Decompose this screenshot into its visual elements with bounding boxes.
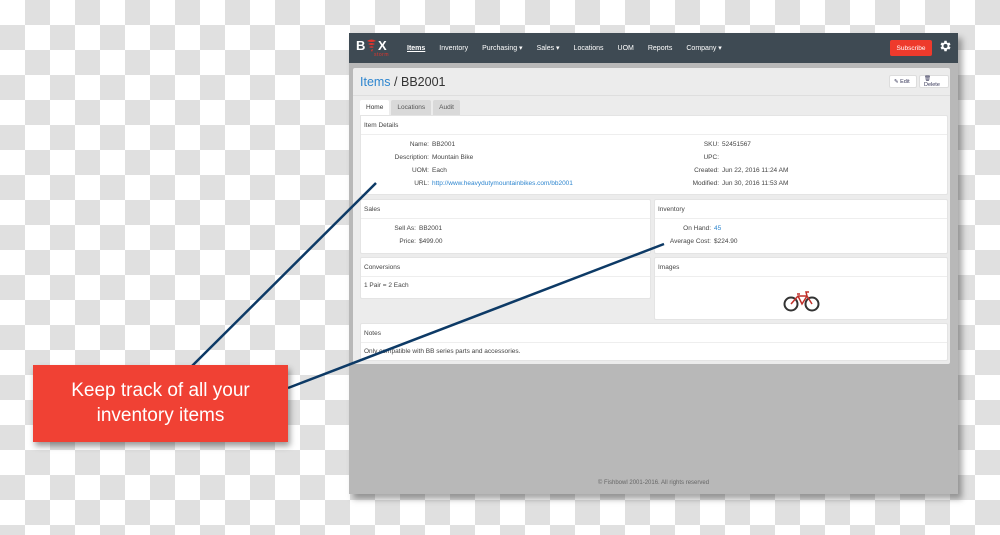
detail-row-description: Description: Mountain Bike: [361, 154, 474, 161]
page-title: Items / BB2001: [360, 75, 445, 89]
nav-item-reports[interactable]: Reports: [648, 45, 673, 52]
logo-subtext: storm: [374, 52, 389, 58]
sales-row-sell-as: Sell As: BB2001: [361, 225, 442, 232]
sales-row-price: Price: $499.00: [361, 238, 443, 245]
detail-row-upc: UPC:: [651, 154, 722, 161]
breadcrumb-items-link[interactable]: Items: [360, 75, 391, 89]
feature-callout: Keep track of all your inventory items: [33, 365, 288, 442]
inventory-row-on-hand: On Hand: 45: [655, 225, 721, 232]
panel-heading: Notes: [361, 324, 947, 343]
field-label: UOM:: [412, 167, 429, 174]
field-label: Price:: [399, 238, 416, 245]
sales-panel: Sales Sell As: BB2001 Price: $499.00: [360, 199, 651, 254]
top-navbar: B X storm Items Inventory Purchasing ▾ S…: [349, 33, 958, 63]
field-label: Created:: [694, 167, 719, 174]
detail-row-modified: Modified: Jun 30, 2016 11:53 AM: [651, 180, 789, 187]
field-label: Description:: [394, 154, 429, 161]
field-label: Sell As:: [394, 225, 416, 232]
nav-item-sales[interactable]: Sales ▾: [537, 44, 560, 52]
bicycle-icon[interactable]: [783, 290, 821, 312]
edit-button[interactable]: ✎ Edit: [889, 75, 917, 88]
item-title: BB2001: [400, 75, 446, 89]
footer-copyright: © Fishbowl 2001-2016. All rights reserve…: [597, 480, 710, 486]
conversions-panel: Conversions 1 Pair = 2 Each: [360, 257, 651, 299]
field-value: Mountain Bike: [432, 154, 474, 161]
inventory-panel: Inventory On Hand: 45 Average Cost: $224.9…: [654, 199, 948, 254]
delete-button[interactable]: 🗑 Delete: [919, 75, 949, 88]
field-value: $499.00: [419, 238, 443, 245]
detail-row-url: URL: http://www.heavydutymountainbikes.co…: [361, 180, 573, 187]
item-details-panel: Item Details Name: BB2001 Description: Mou…: [360, 115, 948, 195]
nav-item-company[interactable]: Company ▾: [686, 44, 721, 52]
tab-audit[interactable]: Audit: [433, 100, 460, 115]
detail-row-name: Name: BB2001: [361, 141, 455, 148]
on-hand-link[interactable]: 45: [714, 225, 721, 232]
main-nav: Items Inventory Purchasing ▾ Sales ▾ Loc…: [407, 33, 736, 63]
app-window: B X storm Items Inventory Purchasing ▾ S…: [349, 33, 958, 494]
item-detail-content: Items / BB2001 ✎ Edit 🗑 Delete Home Loca…: [353, 68, 950, 364]
field-value: 52451567: [722, 141, 751, 148]
field-value: $224.90: [714, 238, 738, 245]
nav-item-items[interactable]: Items: [407, 45, 425, 52]
tornado-icon: [366, 39, 377, 52]
field-label: Modified:: [692, 180, 719, 187]
product-url-link[interactable]: http://www.heavydutymountainbikes.com/bb…: [432, 180, 573, 187]
notes-text: Only compatible with BB series parts and…: [364, 348, 521, 355]
images-panel: Images: [654, 257, 948, 320]
field-label: SKU:: [703, 141, 719, 148]
nav-item-uom[interactable]: UOM: [618, 45, 634, 52]
field-value: Each: [432, 167, 447, 174]
field-label: Average Cost:: [669, 238, 711, 245]
tab-locations[interactable]: Locations: [391, 100, 432, 115]
field-value: BB2001: [432, 141, 456, 148]
field-label: On Hand:: [683, 225, 711, 232]
field-value: Jun 22, 2016 11:24 AM: [722, 167, 789, 174]
field-label: Name:: [409, 141, 429, 148]
detail-row-uom: UOM: Each: [361, 167, 447, 174]
panel-heading: Conversions: [361, 258, 650, 277]
field-label: URL:: [414, 180, 429, 187]
panel-heading: Sales: [361, 200, 650, 219]
header-divider: [353, 95, 950, 96]
item-tabs: Home Locations Audit: [360, 100, 462, 115]
tab-home[interactable]: Home: [360, 100, 390, 115]
field-value: BB2001: [419, 225, 443, 232]
conversion-text: 1 Pair = 2 Each: [364, 282, 409, 289]
inventory-row-average-cost: Average Cost: $224.90: [655, 238, 738, 245]
nav-item-inventory[interactable]: Inventory: [439, 45, 468, 52]
panel-heading: Images: [655, 258, 947, 277]
breadcrumb-separator: /: [390, 75, 401, 89]
notes-panel: Notes Only compatible with BB series par…: [360, 323, 948, 361]
panel-heading: Item Details: [361, 116, 947, 135]
logo-letter-b: B: [356, 38, 367, 53]
subscribe-button[interactable]: Subscribe: [890, 40, 932, 56]
logo-letter-x: X: [378, 38, 387, 53]
gear-icon[interactable]: [938, 39, 952, 53]
callout-line-2: inventory items: [96, 405, 225, 426]
field-value: Jun 30, 2016 11:53 AM: [722, 180, 789, 187]
nav-item-locations[interactable]: Locations: [574, 45, 604, 52]
field-label: UPC:: [703, 154, 719, 161]
nav-item-purchasing[interactable]: Purchasing ▾: [482, 44, 522, 52]
detail-row-sku: SKU: 52451567: [651, 141, 751, 148]
callout-line-1: Keep track of all your: [71, 380, 250, 401]
panel-heading: Inventory: [655, 200, 947, 219]
boxstorm-logo[interactable]: B X storm: [356, 38, 396, 60]
detail-row-created: Created: Jun 22, 2016 11:24 AM: [651, 167, 788, 174]
